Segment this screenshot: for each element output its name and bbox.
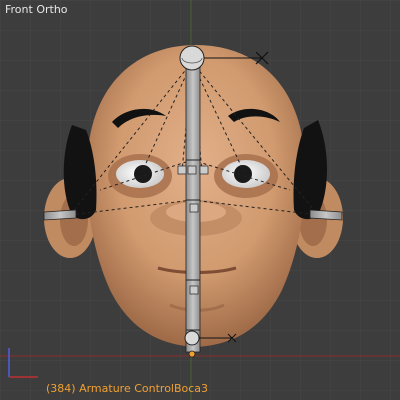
jaw-control-sphere[interactable]	[184, 330, 200, 346]
right-pupil	[234, 165, 252, 183]
view-label: Front Ortho	[5, 3, 68, 16]
head-bone-sphere[interactable]	[179, 45, 205, 71]
axis-gizmo-icon	[8, 348, 38, 378]
ear-bone-left	[43, 209, 77, 221]
status-text: (384) Armature ControlBoca3	[46, 382, 209, 395]
ear-bone-right	[309, 209, 343, 221]
viewport-scene	[0, 0, 400, 400]
3d-viewport[interactable]: Front Ortho (384) Armature ControlBoca3	[0, 0, 400, 400]
active-pivot-point	[188, 350, 196, 358]
